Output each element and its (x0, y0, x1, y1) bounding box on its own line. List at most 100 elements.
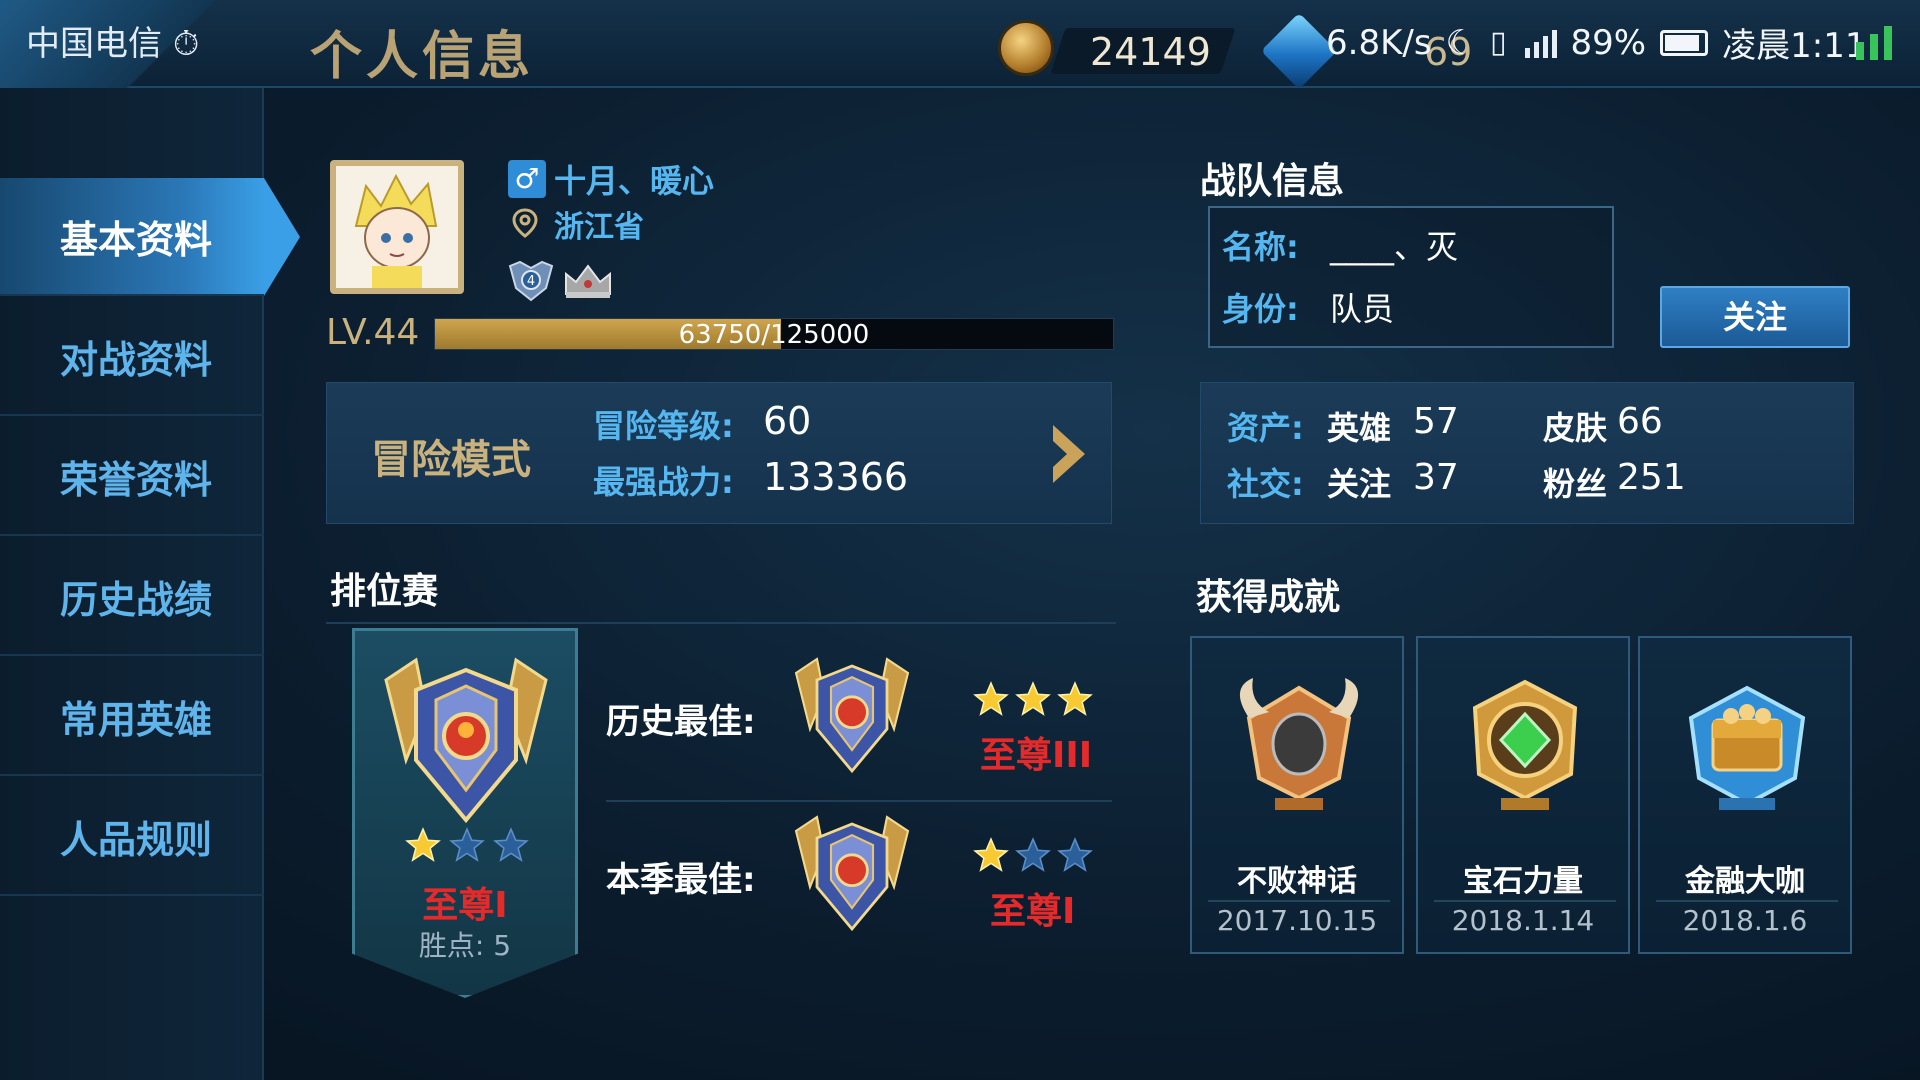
player-name: 十月、暖心 (554, 162, 715, 200)
vip-badge-level: 4 (527, 274, 535, 289)
following-count: 37 (1413, 457, 1459, 498)
player-level: LV.44 (326, 312, 420, 353)
male-icon: ♂ (508, 160, 546, 198)
rank-points-label: 胜点: (418, 929, 485, 962)
horned-helmet-icon (1239, 678, 1359, 810)
achievement-name: 宝石力量 (1463, 864, 1583, 899)
fans-label: 粉丝 (1543, 465, 1608, 503)
battery-icon (1660, 29, 1709, 56)
achievement-card[interactable]: 金融大咖 2018.1.6 (1638, 636, 1852, 954)
season-best-emblem-icon (794, 815, 910, 932)
avatar[interactable] (330, 160, 464, 294)
ranked-divider (326, 622, 1116, 624)
coin-count: 24149 (1090, 30, 1211, 74)
achievement-date: 2018.1.14 (1451, 904, 1595, 937)
achievement-name: 不败神话 (1237, 864, 1357, 899)
star-empty-icon (449, 827, 485, 862)
ranked-title: 排位赛 (330, 571, 439, 612)
battery-percent: 89% (1570, 22, 1647, 63)
team-role-value: 队员 (1330, 290, 1395, 328)
crown-icon[interactable] (562, 260, 614, 300)
season-best-rank: 至尊I (990, 891, 1076, 932)
assets-label: 资产: (1227, 409, 1304, 447)
achievement-date: 2018.1.6 (1682, 904, 1808, 937)
page-title: 个人信息 (310, 27, 535, 87)
treasure-chest-icon (1688, 685, 1806, 810)
current-rank-points: 胜点: 5 (352, 924, 578, 964)
team-name-label: 名称: (1222, 228, 1299, 266)
rank-row-divider (606, 800, 1112, 802)
history-best-emblem-icon (794, 657, 910, 774)
achievement-divider (1208, 900, 1390, 902)
vip-badge-icon[interactable]: 4 (506, 258, 556, 302)
clock: 凌晨1:11 (1722, 26, 1867, 66)
assets-panel: 资产: 英雄 57 皮肤 66 社交: 关注 37 粉丝 251 (1200, 382, 1854, 524)
history-best-stars (972, 680, 1094, 718)
chevron-right-icon[interactable] (1047, 421, 1091, 487)
star-empty-icon (1057, 837, 1093, 872)
star-filled-icon (973, 681, 1009, 716)
star-empty-icon (1015, 837, 1051, 872)
sidebar-item-label: 常用英雄 (60, 697, 213, 742)
adventure-level-value: 60 (763, 399, 812, 443)
star-filled-icon (973, 837, 1009, 872)
sidebar-item-label: 历史战绩 (60, 577, 213, 622)
history-best-rank: 至尊III (980, 735, 1093, 776)
team-info-title: 战队信息 (1200, 161, 1345, 202)
heroes-label: 英雄 (1327, 409, 1392, 447)
coin-icon (998, 20, 1054, 76)
sidebar-item-basic-info[interactable]: 基本资料 (0, 178, 300, 296)
location-pin-icon (512, 208, 538, 238)
star-filled-icon (1015, 681, 1051, 716)
heroes-count: 57 (1413, 401, 1459, 442)
season-best-label: 本季最佳: (606, 860, 756, 900)
achievement-card[interactable]: 不败神话 2017.10.15 (1190, 636, 1404, 954)
fans-count: 251 (1617, 457, 1686, 498)
sidebar-item-match-history[interactable]: 历史战绩 (0, 538, 264, 656)
sidebar-item-label: 基本资料 (60, 217, 213, 262)
rank-points-value: 5 (493, 929, 512, 962)
sidebar-item-label: 人品规则 (60, 817, 213, 862)
team-role-label: 身份: (1222, 290, 1299, 328)
history-best-label: 历史最佳: (606, 702, 756, 742)
adventure-mode-panel[interactable]: 冒险模式 冒险等级: 60 最强战力: 133366 (326, 382, 1112, 524)
green-gem-icon (1472, 679, 1578, 810)
vibrate-icon: ▯ (1490, 25, 1507, 60)
net-speed: 6.8K/s (1326, 22, 1432, 63)
player-location: 浙江省 (554, 210, 644, 245)
adventure-mode-title: 冒险模式 (371, 437, 531, 483)
star-filled-icon (1057, 681, 1093, 716)
system-status: 6.8K/s ☾ ▯ 89% 凌晨1:11 (1326, 18, 1866, 67)
team-info-box: 名称: ____、灭 身份: 队员 (1208, 206, 1614, 348)
adventure-level-label: 冒险等级: (593, 407, 734, 445)
sidebar-item-battle-data[interactable]: 对战资料 (0, 298, 264, 416)
moon-icon: ☾ (1445, 22, 1477, 63)
sidebar-item-credit-rules[interactable]: 人品规则 (0, 778, 264, 896)
achievement-date: 2017.10.15 (1216, 904, 1378, 937)
xp-text: 63750/125000 (678, 320, 870, 350)
xp-progress-bar: 63750/125000 (434, 318, 1114, 350)
sidebar-item-honor-data[interactable]: 荣誉资料 (0, 418, 264, 536)
season-best-stars (972, 836, 1094, 874)
team-name-value: ____、灭 (1330, 228, 1459, 266)
status-carrier: 中国电信 ⏱ (26, 16, 199, 65)
skins-count: 66 (1617, 401, 1663, 442)
supreme-rank-emblem-icon (384, 657, 548, 824)
star-empty-icon (493, 827, 529, 862)
sidebar-item-label: 荣誉资料 (60, 457, 213, 502)
current-rank-stars (404, 826, 530, 864)
social-label: 社交: (1227, 465, 1304, 503)
achievement-divider (1656, 900, 1838, 902)
stopwatch-icon: ⏱ (172, 24, 200, 64)
achievement-divider (1434, 900, 1616, 902)
sidebar-item-common-heroes[interactable]: 常用英雄 (0, 658, 264, 776)
network-quality-icon (1856, 26, 1892, 60)
achievement-name: 金融大咖 (1685, 864, 1805, 899)
skins-label: 皮肤 (1543, 409, 1608, 447)
achievements-title: 获得成就 (1196, 577, 1341, 618)
follow-button[interactable]: 关注 (1660, 286, 1850, 348)
sidebar-item-label: 对战资料 (60, 337, 213, 382)
avatar-image (336, 166, 458, 288)
max-power-value: 133366 (763, 455, 909, 499)
achievement-card[interactable]: 宝石力量 2018.1.14 (1416, 636, 1630, 954)
